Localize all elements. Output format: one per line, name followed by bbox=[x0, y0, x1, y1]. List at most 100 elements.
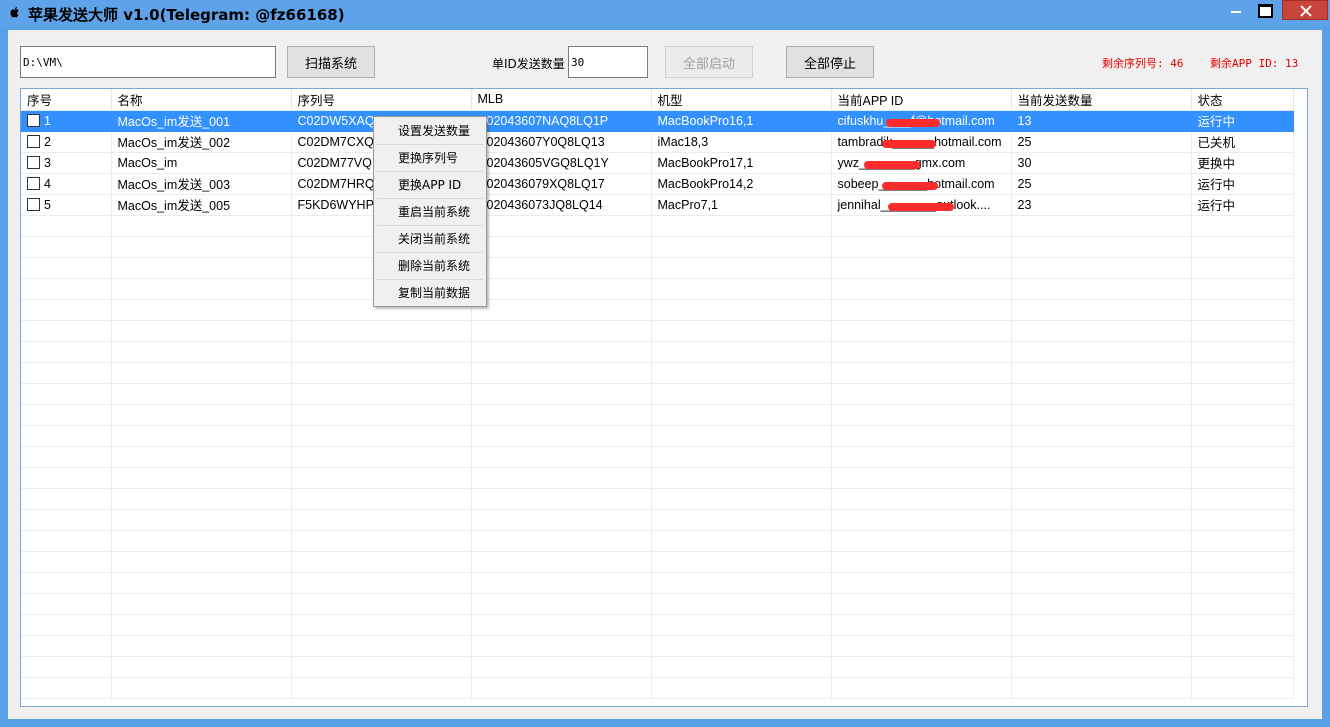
empty-cell bbox=[651, 215, 832, 237]
send-count-input[interactable] bbox=[568, 46, 648, 78]
empty-cell bbox=[1011, 383, 1192, 405]
column-header[interactable]: 机型 bbox=[651, 89, 832, 111]
menu-item-change-appid[interactable]: 更换APP ID bbox=[376, 173, 484, 197]
empty-cell bbox=[831, 425, 1012, 447]
empty-cell bbox=[1011, 551, 1192, 573]
empty-cell bbox=[21, 467, 112, 489]
menu-item-shutdown-system[interactable]: 关闭当前系统 bbox=[376, 227, 484, 251]
stop-all-button[interactable]: 全部停止 bbox=[786, 46, 874, 78]
empty-cell bbox=[1011, 677, 1192, 699]
empty-cell bbox=[471, 404, 652, 426]
column-header[interactable]: 序号 bbox=[21, 89, 112, 111]
remaining-serial-label: 剩余序列号: 46 bbox=[1102, 57, 1184, 70]
row-number-cell[interactable]: 5 bbox=[21, 194, 112, 216]
empty-cell bbox=[21, 299, 112, 321]
device-grid[interactable]: 序号 名称 序列号 MLB 机型 当前APP ID 当前发送数量 状态 1 Mac… bbox=[20, 88, 1308, 707]
empty-cell bbox=[831, 635, 1012, 657]
empty-cell bbox=[1011, 530, 1192, 552]
empty-cell bbox=[291, 635, 472, 657]
empty-cell bbox=[651, 425, 832, 447]
cell-name: MacOs_im bbox=[111, 152, 292, 174]
remaining-appid-label: 剩余APP ID: 13 bbox=[1210, 57, 1299, 70]
empty-cell bbox=[651, 257, 832, 279]
empty-cell bbox=[1191, 425, 1294, 447]
table-row[interactable]: 1 MacOs_im发送_001 C02DW5XAQ C02043607NAQ8LQ1… bbox=[21, 110, 1294, 132]
table-row[interactable]: 2 MacOs_im发送_002 C02DM7CXQ C02043607Y0Q8LQ1… bbox=[21, 131, 1294, 153]
column-header[interactable]: MLB bbox=[471, 89, 652, 111]
empty-cell bbox=[471, 635, 652, 657]
cell-model-text: MacBookPro17,1 bbox=[657, 155, 754, 170]
empty-row bbox=[21, 572, 1294, 594]
column-header[interactable]: 序列号 bbox=[291, 89, 472, 111]
cell-count-text: 13 bbox=[1017, 113, 1032, 128]
redaction-mark bbox=[885, 118, 940, 127]
empty-cell bbox=[1191, 215, 1294, 237]
empty-row bbox=[21, 341, 1294, 363]
table-row[interactable]: 4 MacOs_im发送_003 C02DM7HRQ C020436079XQ8LQ1… bbox=[21, 173, 1294, 195]
menu-item-change-serial[interactable]: 更换序列号 bbox=[376, 146, 484, 170]
row-number-cell[interactable]: 1 bbox=[21, 110, 112, 132]
empty-cell bbox=[1191, 656, 1294, 678]
menu-item-set-send-count[interactable]: 设置发送数量 bbox=[376, 119, 484, 143]
row-checkbox[interactable] bbox=[27, 134, 40, 148]
empty-cell bbox=[111, 299, 292, 321]
cell-name-text: MacOs_im发送_005 bbox=[117, 199, 231, 213]
vm-path-input[interactable] bbox=[20, 46, 276, 78]
row-checkbox[interactable] bbox=[27, 155, 40, 169]
empty-cell bbox=[1011, 257, 1192, 279]
empty-cell bbox=[1011, 299, 1192, 321]
column-header[interactable]: 当前APP ID bbox=[831, 89, 1012, 111]
row-checkbox[interactable] bbox=[27, 113, 40, 127]
cell-name-text: MacOs_im bbox=[117, 155, 178, 170]
empty-cell bbox=[1191, 278, 1294, 300]
cell-count-text: 23 bbox=[1017, 197, 1032, 212]
empty-cell bbox=[1011, 236, 1192, 258]
empty-cell bbox=[831, 341, 1012, 363]
empty-cell bbox=[291, 593, 472, 615]
empty-cell bbox=[651, 404, 832, 426]
empty-cell bbox=[831, 530, 1012, 552]
close-icon[interactable] bbox=[1282, 0, 1328, 20]
row-number-cell[interactable]: 3 bbox=[21, 152, 112, 174]
empty-cell bbox=[831, 383, 1012, 405]
empty-cell bbox=[651, 236, 832, 258]
empty-cell bbox=[21, 236, 112, 258]
table-row[interactable]: 5 MacOs_im发送_005 F5KD6WYHP7 C020436073JQ8LQ… bbox=[21, 194, 1294, 216]
menu-separator bbox=[377, 171, 483, 172]
empty-row bbox=[21, 215, 1294, 237]
column-header[interactable]: 状态 bbox=[1191, 89, 1294, 111]
empty-cell bbox=[291, 404, 472, 426]
cell-count-text: 25 bbox=[1017, 176, 1032, 191]
empty-row bbox=[21, 404, 1294, 426]
empty-cell bbox=[291, 656, 472, 678]
empty-cell bbox=[651, 488, 832, 510]
column-header[interactable]: 当前发送数量 bbox=[1011, 89, 1192, 111]
empty-cell bbox=[471, 572, 652, 594]
column-header[interactable]: 名称 bbox=[111, 89, 292, 111]
cell-count: 23 bbox=[1011, 194, 1192, 216]
menu-item-copy-data[interactable]: 复制当前数据 bbox=[376, 281, 484, 305]
cell-model-text: MacBookPro16,1 bbox=[657, 113, 754, 128]
context-menu: 设置发送数量 更换序列号 更换APP ID 重启当前系统 关闭当前系统 删除当前… bbox=[373, 116, 487, 307]
cell-status: 运行中 bbox=[1191, 194, 1294, 216]
row-number-cell[interactable]: 2 bbox=[21, 131, 112, 153]
cell-name: MacOs_im发送_001 bbox=[111, 110, 292, 132]
row-checkbox[interactable] bbox=[27, 176, 40, 190]
empty-row bbox=[21, 488, 1294, 510]
row-checkbox[interactable] bbox=[27, 197, 40, 211]
empty-cell bbox=[111, 677, 292, 699]
empty-cell bbox=[1011, 488, 1192, 510]
row-number-cell[interactable]: 4 bbox=[21, 173, 112, 195]
empty-cell bbox=[831, 467, 1012, 489]
maximize-icon[interactable] bbox=[1250, 0, 1278, 20]
send-count-label: 单ID发送数量 bbox=[492, 57, 565, 71]
menu-item-delete-system[interactable]: 删除当前系统 bbox=[376, 254, 484, 278]
empty-cell bbox=[291, 383, 472, 405]
scan-system-button[interactable]: 扫描系统 bbox=[287, 46, 375, 78]
grid-header: 序号 名称 序列号 MLB 机型 当前APP ID 当前发送数量 状态 bbox=[21, 89, 1294, 111]
menu-item-restart-system[interactable]: 重启当前系统 bbox=[376, 200, 484, 224]
empty-cell bbox=[111, 614, 292, 636]
empty-cell bbox=[111, 362, 292, 384]
minimize-icon[interactable] bbox=[1222, 0, 1250, 20]
table-row[interactable]: 3 MacOs_im C02DM77VQ C02043605VGQ8LQ1Y MacBo… bbox=[21, 152, 1294, 174]
